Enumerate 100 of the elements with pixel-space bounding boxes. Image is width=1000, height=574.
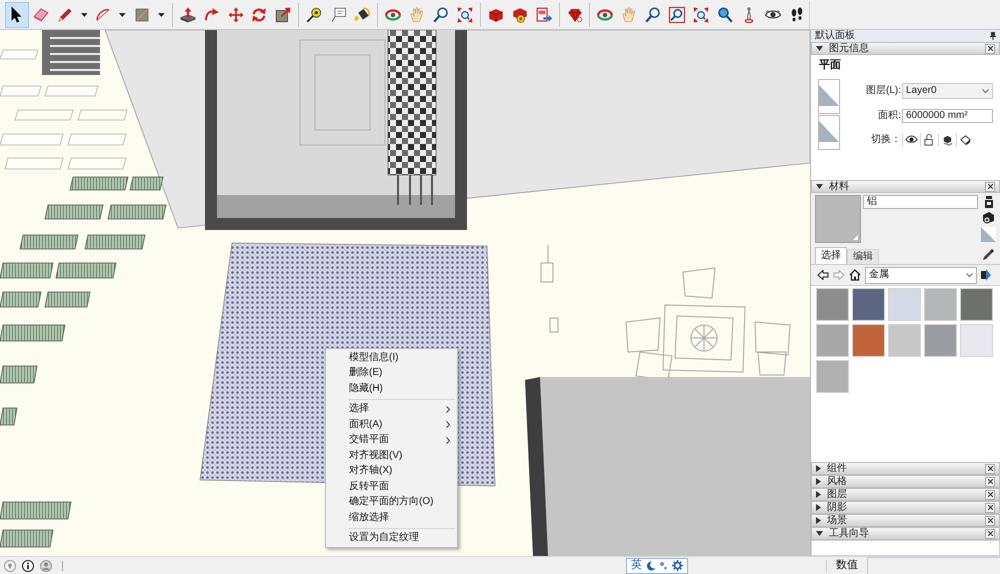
panel-title: 风格	[827, 476, 847, 486]
panel-header[interactable]: 图层	[811, 488, 1000, 501]
material-swatch[interactable]	[816, 324, 849, 357]
user-circle-icon[interactable]	[40, 560, 52, 572]
material-swatch[interactable]	[960, 324, 993, 357]
close-button[interactable]	[985, 516, 995, 526]
location-pin-icon[interactable]	[4, 560, 16, 572]
menu-item[interactable]: 确定平面的方向(O)	[326, 494, 457, 510]
menu-item[interactable]: 删除(E)	[326, 366, 457, 381]
bucket-icon[interactable]	[984, 196, 994, 208]
menu-item[interactable]: 交错平面	[326, 432, 457, 448]
panel-title: 图层	[827, 490, 847, 500]
menu-item[interactable]: 面积(A)	[326, 417, 457, 432]
chevron-down-icon	[982, 88, 989, 92]
material-swatch[interactable]	[852, 288, 885, 321]
cube-plus-icon[interactable]	[982, 211, 995, 224]
field-label: 图层(L):	[866, 86, 901, 96]
tab[interactable]: 选择	[815, 247, 847, 264]
measurements-field[interactable]	[867, 557, 1000, 574]
menu-item[interactable]: 对齐轴(X)	[326, 464, 457, 479]
floor-tile-outline	[67, 158, 127, 170]
caret-icon[interactable]	[80, 12, 88, 16]
material-swatch[interactable]	[924, 288, 957, 321]
floor-tile	[44, 292, 90, 308]
close-button[interactable]	[985, 502, 995, 512]
box-up-arrow-icon	[178, 6, 197, 24]
panel-header[interactable]: 工具向导	[811, 527, 1000, 540]
material-swatch[interactable]	[960, 288, 993, 321]
eye-icon[interactable]	[905, 134, 918, 146]
cube-shadow-icon[interactable]	[941, 134, 954, 146]
panel-header[interactable]: 风格	[811, 475, 1000, 488]
material-thumbnail-icon[interactable]	[818, 79, 840, 114]
punctuation-marks-icon[interactable]	[660, 560, 668, 570]
close-button[interactable]	[985, 476, 995, 486]
ime-mode-button[interactable]: 英	[631, 560, 642, 571]
back-arrow-icon[interactable]	[817, 270, 829, 280]
square-diagonal-arrow-icon	[274, 6, 292, 24]
floor-tile	[0, 324, 66, 342]
material-swatch[interactable]	[852, 324, 885, 357]
close-button[interactable]	[985, 464, 995, 474]
label-box-icon	[329, 6, 348, 24]
caret-icon[interactable]	[158, 12, 165, 16]
material-swatch[interactable]	[816, 288, 849, 321]
material-swatch[interactable]	[924, 324, 957, 357]
pin-icon[interactable]	[990, 32, 996, 40]
layer-dropdown[interactable]: Layer0	[902, 82, 993, 98]
collection-dropdown[interactable]: 金属	[865, 266, 977, 284]
material-swatch[interactable]	[888, 324, 921, 357]
triangle-swatch-icon[interactable]	[981, 227, 996, 242]
moon-icon[interactable]	[646, 560, 656, 570]
material-swatch[interactable]	[888, 288, 921, 321]
field-label: 切换：	[870, 134, 901, 144]
material-swatch[interactable]	[816, 360, 849, 393]
panel-header[interactable]: 组件	[811, 462, 1000, 475]
caret-icon[interactable]	[119, 12, 126, 16]
close-button[interactable]	[985, 528, 995, 538]
panel-header[interactable]: 场景	[811, 514, 1000, 527]
tab[interactable]: 编辑	[847, 249, 879, 264]
chevron-down-icon	[966, 273, 973, 277]
floor-tile-outline	[44, 86, 99, 96]
floor-tile	[56, 262, 116, 278]
close-button[interactable]	[985, 490, 995, 500]
floor-tile	[44, 204, 104, 220]
arrow-cursor-icon	[11, 6, 22, 23]
tool-button[interactable]	[5, 2, 29, 28]
menu-item[interactable]: 反转平面	[326, 479, 457, 494]
close-button[interactable]	[985, 182, 995, 192]
close-icon	[988, 518, 992, 523]
home-icon[interactable]	[849, 269, 861, 281]
panel-title: 材料	[829, 182, 849, 192]
material-thumbnail-icon[interactable]	[818, 115, 840, 150]
magnifier-arrow-icon	[716, 6, 734, 24]
menu-item[interactable]: 对齐视图(V)	[326, 448, 457, 464]
rectangle-icon	[133, 6, 152, 24]
details-arrow-icon[interactable]	[981, 269, 991, 281]
panel-header[interactable]: 图元信息	[811, 42, 1000, 55]
floor-tile	[130, 176, 164, 190]
menu-item[interactable]: 模型信息(I)	[326, 350, 457, 366]
eyedropper-icon[interactable]	[982, 249, 994, 261]
entity-type-label: 平面	[818, 58, 842, 73]
floor-tile	[0, 366, 38, 384]
settings-icon[interactable]	[672, 560, 683, 571]
area-field[interactable]: 6000000 mm²	[902, 108, 993, 122]
info-circle-icon[interactable]	[22, 560, 34, 572]
magnifier-icon	[432, 6, 450, 24]
corner-triangle-icon	[853, 235, 858, 240]
floor-tile-outline	[4, 158, 64, 170]
close-button[interactable]	[985, 44, 995, 54]
panel-header[interactable]: 阴影	[811, 501, 1000, 514]
panel-header[interactable]: 材料	[811, 180, 1000, 193]
menu-item[interactable]: 缩放选择	[326, 510, 457, 526]
chevron-right-icon	[446, 421, 450, 428]
close-icon	[988, 46, 992, 51]
menu-item[interactable]: 设置为自定纹理	[326, 530, 457, 546]
circular-arrows-icon	[250, 6, 268, 24]
close-icon	[988, 479, 992, 484]
floor-tile	[0, 530, 54, 548]
material-name-field[interactable]: 铝	[863, 195, 978, 209]
menu-item[interactable]: 隐藏(H)	[326, 381, 457, 396]
menu-item[interactable]: 选择	[326, 402, 457, 417]
